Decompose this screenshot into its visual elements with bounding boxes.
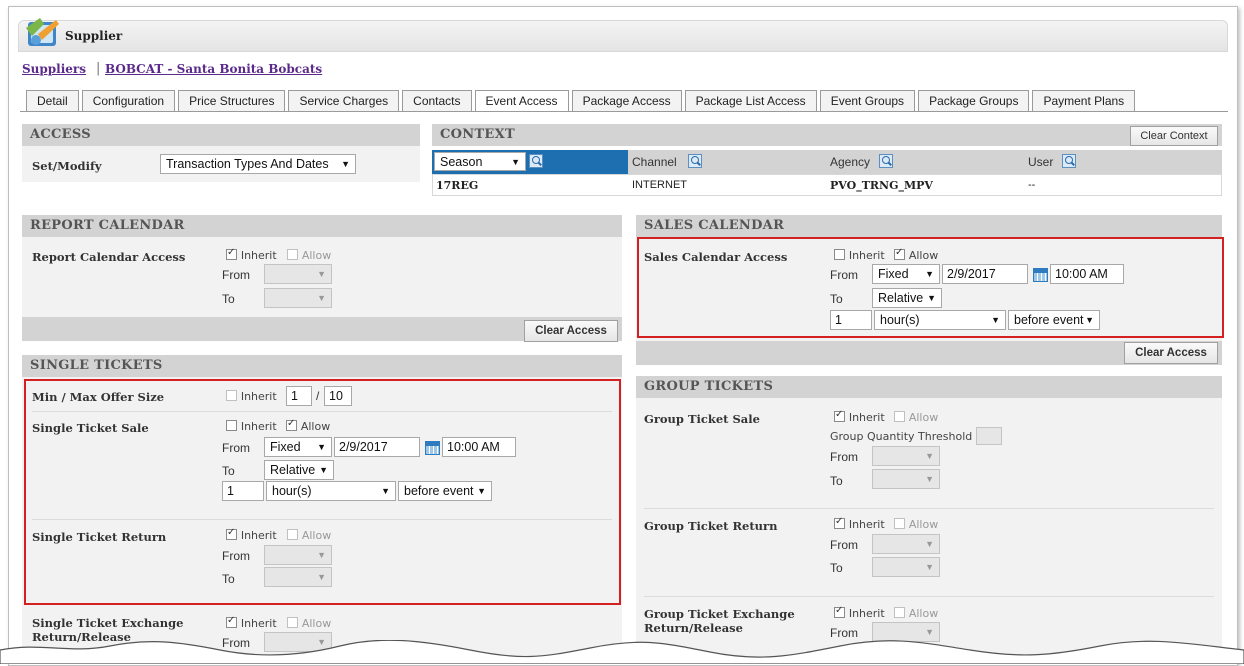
sales-calendar-header: SALES CALENDAR — [636, 215, 1222, 237]
group-exchange-label-line1: Group Ticket Exchange — [644, 607, 795, 621]
group-tickets-header: GROUP TICKETS — [636, 376, 1222, 398]
group-quantity-threshold-label: Group Quantity Threshold — [830, 430, 973, 443]
report-calendar-header: REPORT CALENDAR — [22, 215, 622, 237]
tab-bar: Detail Configuration Price Structures Se… — [26, 90, 1138, 112]
report-calendar-access-label: Report Calendar Access — [32, 250, 186, 264]
group-return-from-label: From — [830, 538, 858, 552]
access-header: ACCESS — [22, 124, 420, 146]
group-exchange-from-select[interactable]: ▼ — [872, 622, 940, 642]
tab-detail[interactable]: Detail — [26, 90, 79, 112]
set-modify-label: Set/Modify — [32, 159, 102, 173]
row-divider — [644, 596, 1214, 597]
group-return-to-label: To — [830, 561, 843, 575]
clear-context-button[interactable]: Clear Context — [1130, 126, 1218, 146]
tab-payment-plans[interactable]: Payment Plans — [1032, 90, 1136, 112]
tab-package-access[interactable]: Package Access — [571, 90, 682, 112]
torn-edge-decoration — [0, 640, 1244, 664]
group-sale-from-select[interactable]: ▼ — [872, 446, 940, 466]
tab-service-charges[interactable]: Service Charges — [288, 90, 400, 112]
group-exchange-label-line2: Return/Release — [644, 621, 743, 635]
season-select[interactable]: Season ▼ — [434, 152, 526, 171]
single-exchange-label-line1: Single Ticket Exchange — [32, 616, 184, 630]
group-sale-inherit-checkbox[interactable]: Inherit — [834, 409, 885, 424]
group-return-inherit-checkbox[interactable]: Inherit — [834, 516, 885, 531]
season-label: Season — [440, 155, 483, 169]
single-exchange-inherit-checkbox[interactable]: Inherit — [226, 615, 277, 630]
set-modify-select[interactable]: Transaction Types And Dates ▼ — [160, 154, 356, 174]
group-sale-from-label: From — [830, 450, 858, 464]
supplier-logo-icon — [26, 18, 59, 46]
group-return-from-select[interactable]: ▼ — [872, 534, 940, 554]
tab-package-list-access[interactable]: Package List Access — [684, 90, 817, 112]
tab-package-groups[interactable]: Package Groups — [918, 90, 1030, 112]
chevron-down-icon: ▼ — [511, 157, 520, 167]
user-value: -- — [1028, 179, 1036, 191]
user-search-icon[interactable] — [1062, 154, 1076, 169]
season-search-icon[interactable] — [529, 154, 543, 169]
report-from-select[interactable]: ▼ — [264, 264, 332, 284]
group-quantity-threshold-input[interactable] — [976, 427, 1002, 445]
breadcrumb-separator: | — [96, 61, 101, 76]
group-ticket-sale-label: Group Ticket Sale — [644, 412, 760, 426]
group-exchange-inherit-checkbox[interactable]: Inherit — [834, 605, 885, 620]
context-header: CONTEXT — [432, 124, 1222, 146]
report-inherit-checkbox[interactable]: Inherit — [226, 247, 277, 262]
window-titlebar: Supplier — [18, 20, 1228, 52]
tab-event-access[interactable]: Event Access — [474, 90, 569, 112]
tab-price-structures[interactable]: Price Structures — [178, 90, 286, 112]
group-return-to-select[interactable]: ▼ — [872, 557, 940, 577]
channel-label: Channel — [632, 155, 677, 169]
window-title: Supplier — [65, 29, 123, 43]
agency-search-icon[interactable] — [879, 154, 893, 169]
report-from-label: From — [222, 268, 250, 282]
single-tickets-header: SINGLE TICKETS — [22, 355, 622, 377]
row-divider — [644, 508, 1214, 509]
season-value: 17REG — [436, 179, 479, 192]
group-ticket-return-label: Group Ticket Return — [644, 519, 778, 533]
chevron-down-icon: ▼ — [341, 159, 350, 169]
breadcrumb-current-link[interactable]: BOBCAT - Santa Bonita Bobcats — [105, 62, 322, 76]
single-exchange-allow-checkbox[interactable]: Allow — [287, 616, 331, 630]
report-to-label: To — [222, 292, 235, 306]
agency-label: Agency — [830, 155, 871, 169]
context-values-row — [432, 174, 1222, 196]
channel-value: INTERNET — [632, 179, 687, 191]
report-allow-checkbox[interactable]: Allow — [287, 248, 331, 262]
group-return-allow-checkbox[interactable]: Allow — [894, 517, 938, 531]
group-sale-to-label: To — [830, 474, 843, 488]
tab-underline — [20, 111, 1228, 112]
breadcrumb-suppliers-link[interactable]: Suppliers — [22, 62, 86, 76]
report-to-select[interactable]: ▼ — [264, 288, 332, 308]
group-exchange-allow-checkbox[interactable]: Allow — [894, 606, 938, 620]
group-sale-allow-checkbox[interactable]: Allow — [894, 410, 938, 424]
sales-clear-access-button[interactable]: Clear Access — [1124, 342, 1218, 364]
tab-configuration[interactable]: Configuration — [81, 90, 176, 112]
tab-event-groups[interactable]: Event Groups — [819, 90, 916, 112]
channel-search-icon[interactable] — [688, 154, 702, 169]
sales-calendar-highlight — [637, 237, 1224, 338]
group-exchange-from-label: From — [830, 626, 858, 640]
user-label: User — [1028, 155, 1054, 169]
report-clear-access-button[interactable]: Clear Access — [524, 320, 618, 342]
single-tickets-highlight — [24, 379, 621, 605]
agency-value: PVO_TRNG_MPV — [830, 179, 933, 192]
group-sale-to-select[interactable]: ▼ — [872, 469, 940, 489]
set-modify-value: Transaction Types And Dates — [166, 157, 329, 171]
tab-contacts[interactable]: Contacts — [402, 90, 472, 112]
